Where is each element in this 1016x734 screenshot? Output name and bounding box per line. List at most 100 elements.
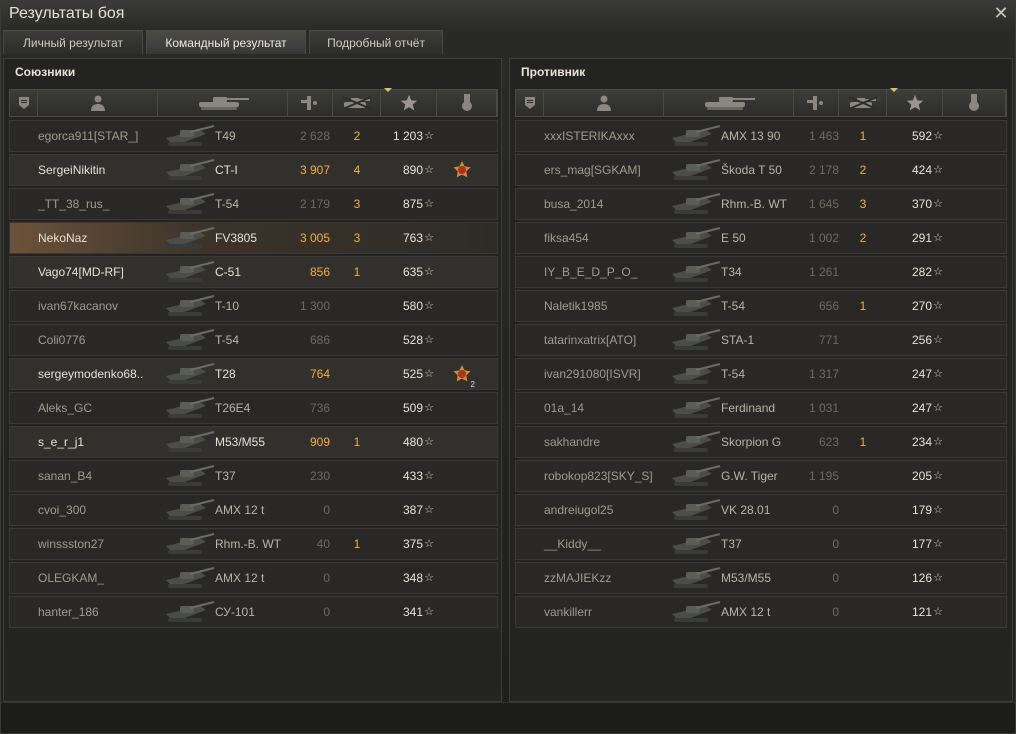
enemies-table-row[interactable]: ers_mag[SGKAM] Škoda T 50 2 178 2 424 ☆ [515,154,1007,186]
tank-icon [160,600,216,626]
player-name: 01a_14 [544,401,585,415]
enemies-table-row[interactable]: IY_B_E_D_P_O_ T34 1 261 282 ☆ [515,256,1007,288]
tab-team-result[interactable]: Командный результат [146,30,306,54]
allies-col-medal-header[interactable] [437,90,497,116]
damage-value: 771 [818,333,839,347]
enemies-col-rank-header[interactable] [516,90,544,116]
player-name: Vago74[MD-RF] [38,265,124,279]
tank-name: T-54 [721,367,746,381]
damage-value: 1 645 [808,197,839,211]
allies-table-row[interactable]: s_e_r_j1 M53/M55 909 1 480 ☆ [9,426,498,458]
tank-icon [666,464,722,490]
experience-star-icon: ☆ [424,402,434,414]
sort-indicator-icon [890,88,898,92]
enemies-table-row[interactable]: busa_2014 Rhm.-B. WT 1 645 3 370 ☆ [515,188,1007,220]
player-name: _TT_38_rus_ [38,197,110,211]
enemies-col-medal-header[interactable] [943,90,1006,116]
enemies-col-frags-header[interactable] [839,90,887,116]
experience-value: 177 [911,537,932,551]
enemies-table-row[interactable]: __Kiddy__ T37 0 177 ☆ [515,528,1007,560]
experience-star-icon: ☆ [424,572,434,584]
frags-value: 3 [353,197,361,211]
experience-star-icon: ☆ [933,470,943,482]
enemies-col-experience-star-header[interactable] [887,88,943,116]
tank-icon [160,362,216,388]
enemies-table-row[interactable]: xxxISTERIKAxxx AMX 13 90 1 463 1 592 ☆ [515,120,1007,152]
player-name: SergeiNikitin [38,163,106,177]
enemies-table-row[interactable]: zzMAJIEKzz M53/M55 0 126 ☆ [515,562,1007,594]
experience-star-icon: ☆ [424,266,434,278]
allies-table-row[interactable]: SergeiNikitin CT-I 3 907 4 890 ☆ [9,154,498,186]
allies-table-row[interactable]: Coli0776 T-54 686 528 ☆ [9,324,498,356]
tank-name: T34 [721,265,742,279]
allies-table-row[interactable]: winssston27 Rhm.-B. WT 40 1 375 ☆ [9,528,498,560]
enemies-table-row[interactable]: 01a_14 Ferdinand 1 031 247 ☆ [515,392,1007,424]
tab-personal-result[interactable]: Личный результат [3,30,143,54]
experience-value: 528 [402,333,423,347]
experience-star-icon [400,94,418,112]
enemies-table-row[interactable]: sakhandre Skorpion G 623 1 234 ☆ [515,426,1007,458]
experience-star-icon: ☆ [424,232,434,244]
tank-name: C-51 [215,265,242,279]
allies-table-row[interactable]: ivan67kacanov T-10 1 300 580 ☆ [9,290,498,322]
enemies-col-tank-header[interactable] [664,90,794,116]
allies-table-row[interactable]: OLEGKAM_ AMX 12 t 0 348 ☆ [9,562,498,594]
damage-value: 3 005 [299,231,330,245]
enemies-table-row[interactable]: ivan291080[ISVR] T-54 1 317 247 ☆ [515,358,1007,390]
frags-icon [848,96,878,110]
tank-name: M53/M55 [721,571,772,585]
experience-star-icon: ☆ [424,368,434,380]
enemies-table-row[interactable]: Naletik1985 T-54 656 1 270 ☆ [515,290,1007,322]
tab-detailed-report[interactable]: Подробный отчёт [309,30,443,54]
damage-value: 2 178 [808,163,839,177]
allies-col-experience-star-header[interactable] [381,88,437,116]
allies-col-rank-header[interactable] [10,90,38,116]
allies-table-row[interactable]: Vago74[MD-RF] C-51 856 1 635 ☆ [9,256,498,288]
allies-table-row[interactable]: NekoNaz FV3805 3 005 3 763 ☆ [9,222,498,254]
player-name: robokop823[SKY_S] [544,469,653,483]
damage-value: 230 [309,469,330,483]
player-name: Coli0776 [38,333,86,347]
frags-value: 1 [859,129,867,143]
experience-star-icon: ☆ [424,470,434,482]
allies-table-row[interactable]: Aleks_GC T26E4 736 509 ☆ [9,392,498,424]
tank-icon [666,124,722,150]
enemies-table-row[interactable]: andreiugol25 VK 28.01 0 179 ☆ [515,494,1007,526]
tank-icon [666,192,722,218]
experience-value: 433 [402,469,423,483]
allies-col-frags-header[interactable] [333,90,381,116]
frags-value: 2 [859,231,867,245]
allies-col-tank-header[interactable] [158,90,288,116]
enemies-table-row[interactable]: robokop823[SKY_S] G.W. Tiger 1 195 205 ☆ [515,460,1007,492]
enemies-table-row[interactable]: vankillerr AMX 12 t 0 121 ☆ [515,596,1007,628]
tank-name: CT-I [215,163,238,177]
allies-table-row[interactable]: hanter_186 СУ-101 0 341 ☆ [9,596,498,628]
experience-value: 509 [402,401,423,415]
allies-col-damage-header[interactable] [288,90,333,116]
experience-star-icon: ☆ [933,504,943,516]
tank-name: СУ-101 [215,605,255,619]
frags-value: 2 [859,163,867,177]
enemies-col-damage-header[interactable] [794,90,839,116]
allies-table-row[interactable]: sergeymodenko68.. T28 764 525 ☆ 2 [9,358,498,390]
experience-value: 480 [402,435,423,449]
allies-table-row[interactable]: sanan_B4 T37 230 433 ☆ [9,460,498,492]
enemies-table-row[interactable]: fiksa454 E 50 1 002 2 291 ☆ [515,222,1007,254]
experience-star-icon: ☆ [424,198,434,210]
tank-name: Škoda T 50 [721,163,782,177]
tank-icon [160,226,216,252]
enemies-col-player-header[interactable] [544,90,664,116]
player-name: ivan291080[ISVR] [544,367,641,381]
allies-table-row[interactable]: _TT_38_rus_ T-54 2 179 3 875 ☆ [9,188,498,220]
player-name: cvoi_300 [38,503,87,517]
allies-table-row[interactable]: egorca911[STAR_] T49 2 628 2 1 203 ☆ [9,120,498,152]
close-icon[interactable]: ✕ [991,3,1011,23]
allies-col-player-header[interactable] [38,90,158,116]
player-name: NekoNaz [38,231,88,245]
tank-name: FV3805 [215,231,258,245]
tank-name: AMX 12 t [215,503,265,517]
tank-name: AMX 12 t [215,571,265,585]
enemies-table-row[interactable]: tatarinxatrix[ATO] STA-1 771 256 ☆ [515,324,1007,356]
allies-table-row[interactable]: cvoi_300 AMX 12 t 0 387 ☆ [9,494,498,526]
experience-value: 387 [402,503,423,517]
